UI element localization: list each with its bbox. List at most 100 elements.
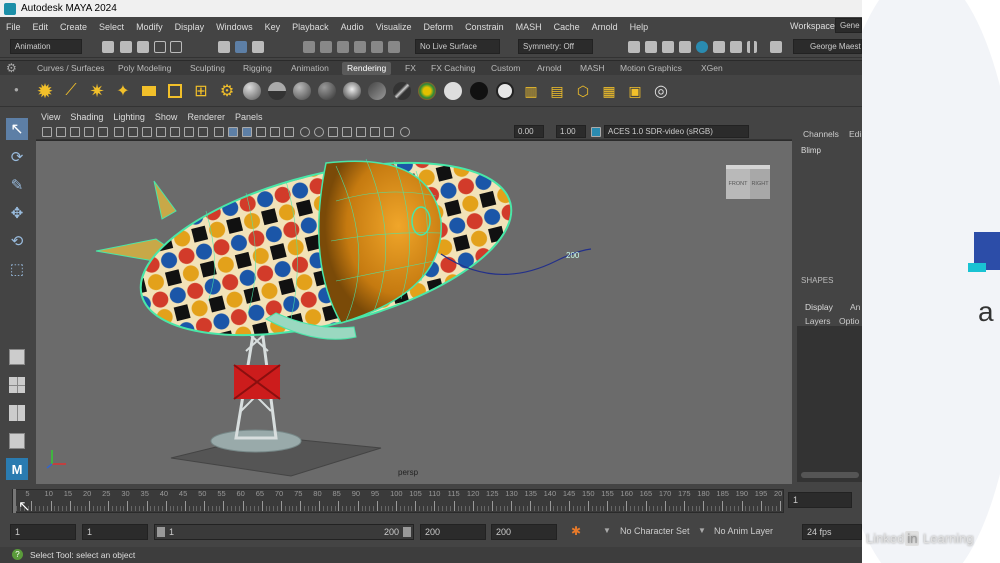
menu-modify[interactable]: Modify (130, 22, 169, 32)
four-view-layout-icon[interactable] (6, 374, 28, 396)
tab-motion-graphics[interactable]: Motion Graphics (615, 62, 687, 75)
viewport-menu-view[interactable]: View (36, 112, 65, 122)
current-frame-field[interactable]: 1 (788, 492, 852, 508)
menu-cache[interactable]: Cache (548, 22, 586, 32)
menu-mash[interactable]: MASH (510, 22, 548, 32)
textured-icon[interactable] (256, 127, 266, 137)
anti-aliasing-icon[interactable] (328, 127, 338, 137)
current-time-marker[interactable] (13, 489, 16, 513)
motion-blur-icon[interactable] (314, 127, 324, 137)
volume-light-icon[interactable] (163, 79, 187, 103)
channels-tab[interactable]: Channels (803, 129, 839, 139)
rotate-tool-icon[interactable]: ⟲ (6, 230, 28, 252)
gate-mask-icon[interactable] (156, 127, 166, 137)
anim-layer-chevron-icon[interactable]: ▼ (698, 526, 706, 535)
auto-key-icon[interactable]: ✱ (571, 524, 581, 538)
layer-scrollbar[interactable] (801, 472, 859, 478)
menu-deform[interactable]: Deform (418, 22, 460, 32)
tab-rendering[interactable]: Rendering (342, 62, 392, 75)
lambert-material-icon[interactable] (265, 79, 289, 103)
fps-dropdown[interactable]: 24 fps (802, 524, 862, 540)
end-time-field[interactable]: 200 (491, 524, 557, 540)
point-light-icon[interactable]: ✷ (85, 79, 109, 103)
menu-audio[interactable]: Audio (335, 22, 370, 32)
tab-poly-modeling[interactable]: Poly Modeling (113, 62, 176, 75)
snap-point-icon[interactable] (337, 41, 349, 53)
paint-select-tool-icon[interactable]: ✎ (6, 174, 28, 196)
menu-display[interactable]: Display (169, 22, 211, 32)
field-chart-icon[interactable] (170, 127, 180, 137)
isolate-select-icon[interactable] (356, 127, 366, 137)
live-surface-field[interactable]: No Live Surface (415, 39, 500, 54)
menu-select[interactable]: Select (93, 22, 130, 32)
viewport-menu-renderer[interactable]: Renderer (182, 112, 230, 122)
menu-set-dropdown[interactable]: Animation (10, 39, 82, 54)
color-management-icon[interactable] (591, 127, 601, 137)
arnold-icon[interactable] (770, 41, 782, 53)
user-account-button[interactable]: George Maest (793, 39, 862, 54)
start-time-field[interactable]: 1 (10, 524, 76, 540)
smooth-shade-icon[interactable] (228, 127, 238, 137)
spot-light-icon[interactable]: ✦ (111, 79, 135, 103)
view-cube-top[interactable] (726, 165, 770, 169)
scale-tool-icon[interactable]: ⬚ (6, 258, 28, 280)
xray-icon[interactable] (370, 127, 380, 137)
shadows-icon[interactable] (284, 127, 294, 137)
menu-windows[interactable]: Windows (210, 22, 259, 32)
range-start-handle[interactable] (157, 527, 165, 537)
shelf-settings-gear-icon[interactable]: ⚙ (6, 61, 17, 75)
tab-curves-surfaces[interactable]: Curves / Surfaces (32, 62, 110, 75)
menu-file[interactable]: File (0, 22, 27, 32)
render-view-shelf-icon[interactable]: ▥ (519, 79, 543, 103)
outliner-layout-icon[interactable] (6, 430, 28, 452)
single-perspective-layout-icon[interactable] (6, 346, 28, 368)
symmetry-dropdown[interactable]: Symmetry: Off (518, 39, 593, 54)
snap-grid-icon[interactable] (303, 41, 315, 53)
select-component-icon[interactable] (252, 41, 264, 53)
time-slider[interactable]: 5 10 15 20 25 30 35 40 45 50 55 60 65 70 75 80 85 90 95 100… (0, 486, 862, 516)
camera-bookmark-icon[interactable] (56, 127, 66, 137)
render-view-icon[interactable] (628, 41, 640, 53)
tab-fx-caching[interactable]: FX Caching (426, 62, 480, 75)
viewport-menu-lighting[interactable]: Lighting (108, 112, 150, 122)
grid-toggle-icon[interactable] (114, 127, 124, 137)
ambient-occlusion-icon[interactable] (300, 127, 310, 137)
safe-action-icon[interactable] (184, 127, 194, 137)
layers-menu[interactable]: Layers (805, 316, 831, 326)
render-frame-icon[interactable] (645, 41, 657, 53)
new-scene-icon[interactable] (102, 41, 114, 53)
workspace-dropdown[interactable]: Gene (835, 18, 862, 33)
menu-constrain[interactable]: Constrain (459, 22, 510, 32)
display-layer-tab[interactable]: Display (805, 302, 833, 312)
light-group-icon[interactable]: ⚙ (215, 79, 239, 103)
menu-playback[interactable]: Playback (286, 22, 335, 32)
save-scene-icon[interactable] (137, 41, 149, 53)
edit-tab[interactable]: Edi (849, 129, 861, 139)
render-current-frame-icon[interactable]: ▤ (545, 79, 569, 103)
phong-material-icon[interactable] (290, 79, 314, 103)
make-live-icon[interactable] (388, 41, 400, 53)
tab-custom[interactable]: Custom (486, 62, 525, 75)
camera-target-icon[interactable]: ◎ (649, 79, 673, 103)
menu-create[interactable]: Create (54, 22, 93, 32)
area-light-icon[interactable] (137, 79, 161, 103)
lasso-tool-icon[interactable]: ⟳ (6, 146, 28, 168)
view-transform-dropdown[interactable]: ACES 1.0 SDR-video (sRGB) (604, 125, 749, 138)
depth-of-field-icon[interactable] (342, 127, 352, 137)
wireframe-on-shaded-icon[interactable] (242, 127, 252, 137)
snap-curve-icon[interactable] (320, 41, 332, 53)
playback-start-field[interactable]: 1 (82, 524, 148, 540)
use-background-icon[interactable] (493, 79, 517, 103)
select-tool-icon[interactable]: ↖ (6, 118, 28, 140)
scene-view[interactable]: 200 FRONT RIGHT persp (36, 141, 792, 484)
ipr-render-icon[interactable] (662, 41, 674, 53)
gamma-field[interactable]: 1.00 (556, 125, 586, 138)
exposure-icon[interactable] (400, 127, 410, 137)
layered-shader-icon[interactable] (365, 79, 389, 103)
redo-icon[interactable] (170, 41, 182, 53)
anim-layer-tab[interactable]: An (850, 302, 860, 312)
view-cube-front[interactable]: FRONT (726, 169, 750, 199)
ramp-texture-icon[interactable] (415, 79, 439, 103)
camera-attributes-icon[interactable] (42, 127, 52, 137)
menu-visualize[interactable]: Visualize (370, 22, 418, 32)
